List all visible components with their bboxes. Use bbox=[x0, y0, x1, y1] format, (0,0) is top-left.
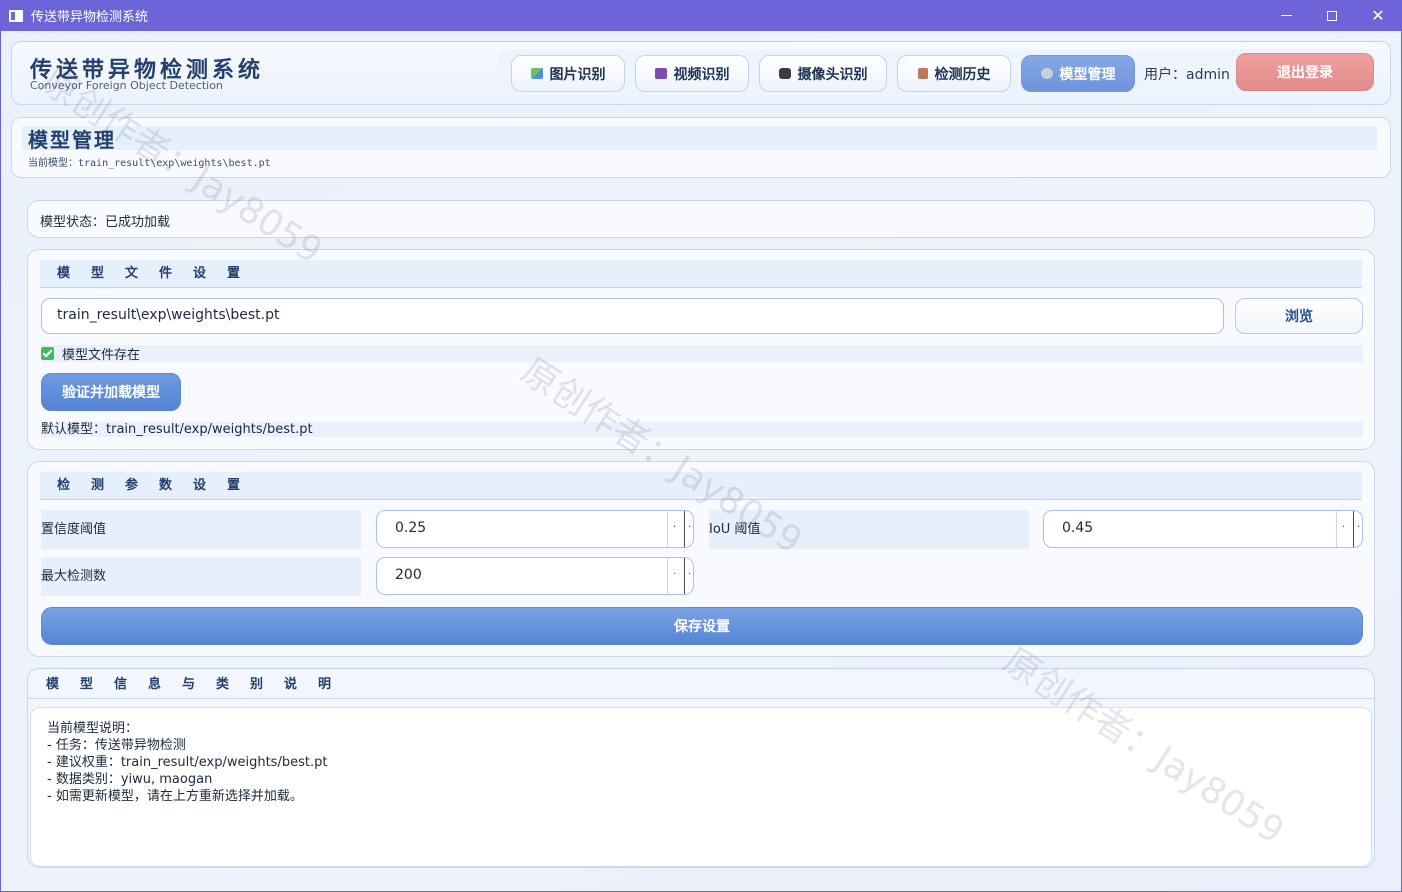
model-status-card: 模型状态：已成功加载 bbox=[27, 200, 1375, 238]
max-detections-spinbox[interactable]: 200 · · bbox=[376, 557, 694, 595]
minimize-icon bbox=[1280, 14, 1292, 17]
camera-icon bbox=[778, 68, 791, 79]
window-title: 传送带异物检测系统 bbox=[31, 10, 149, 25]
page-title: 模型管理 bbox=[28, 128, 116, 152]
model-status-text: 模型状态：已成功加载 bbox=[40, 215, 171, 230]
model-info-text[interactable]: 当前模型说明： - 任务：传送带异物检测 - 建议权重：train_result… bbox=[30, 707, 1372, 867]
maximize-button[interactable] bbox=[1309, 0, 1355, 31]
model-info-heading: 模型信息与类别说明 bbox=[28, 671, 1374, 699]
model-file-heading: 模型文件设置 bbox=[40, 260, 1362, 288]
nav-label: 模型管理 bbox=[1059, 66, 1116, 83]
page-header: 模型管理 当前模型：train_result\exp\weights\best.… bbox=[11, 117, 1391, 178]
nav-model-management[interactable]: 模型管理 bbox=[1021, 55, 1135, 92]
default-model-label: 默认模型：train_result/exp/weights/best.pt bbox=[41, 422, 1363, 437]
browse-button[interactable]: 浏览 bbox=[1235, 298, 1363, 334]
brand-subtitle: Conveyor Foreign Object Detection bbox=[30, 79, 223, 92]
video-icon bbox=[654, 68, 667, 79]
validate-load-button[interactable]: 验证并加载模型 bbox=[41, 373, 181, 411]
max-detections-label: 最大检测数 bbox=[41, 557, 361, 596]
nav-camera-recognition[interactable]: 摄像头识别 bbox=[759, 55, 887, 92]
conf-threshold-label: 置信度阈值 bbox=[41, 510, 361, 549]
app-header: 传送带异物检测系统 Conveyor Foreign Object Detect… bbox=[11, 41, 1391, 105]
top-nav: 图片识别 视频识别 摄像头识别 检测历史 模型管理 用户：admin 退出登录 bbox=[498, 50, 1374, 96]
nav-image-recognition[interactable]: 图片识别 bbox=[511, 55, 625, 92]
app-icon bbox=[9, 9, 23, 22]
model-path-input[interactable]: train_result\exp\weights\best.pt bbox=[41, 298, 1224, 334]
iou-threshold-spinbox[interactable]: 0.45 · · bbox=[1043, 510, 1363, 548]
iou-threshold-label: IoU 阈值 bbox=[709, 510, 1029, 549]
save-settings-button[interactable]: 保存设置 bbox=[41, 607, 1363, 645]
max-detections-value: 200 bbox=[395, 567, 422, 583]
model-file-group: 模型文件设置 train_result\exp\weights\best.pt … bbox=[27, 249, 1375, 450]
nav-detection-history[interactable]: 检测历史 bbox=[897, 55, 1011, 92]
nav-label: 检测历史 bbox=[934, 66, 991, 83]
model-exists-row: 模型文件存在 bbox=[41, 345, 1363, 363]
user-label: 用户：admin bbox=[1144, 67, 1230, 83]
logout-button[interactable]: 退出登录 bbox=[1236, 53, 1374, 91]
gear-icon bbox=[1040, 68, 1053, 79]
conf-threshold-value: 0.25 bbox=[395, 520, 427, 536]
iou-threshold-value: 0.45 bbox=[1062, 520, 1094, 536]
page-title-band bbox=[22, 126, 1377, 150]
close-button[interactable]: ✕ bbox=[1355, 0, 1401, 31]
nav-label: 图片识别 bbox=[549, 66, 606, 83]
nav-label: 视频识别 bbox=[673, 66, 730, 83]
current-model-path: 当前模型：train_result\exp\weights\best.pt bbox=[28, 158, 271, 169]
nav-label: 摄像头识别 bbox=[797, 66, 868, 83]
model-info-group: 模型信息与类别说明 当前模型说明： - 任务：传送带异物检测 - 建议权重：tr… bbox=[27, 668, 1375, 868]
model-exists-checkbox[interactable] bbox=[41, 347, 54, 360]
nav-video-recognition[interactable]: 视频识别 bbox=[635, 55, 749, 92]
window-titlebar: 传送带异物检测系统 ✕ bbox=[0, 0, 1402, 31]
history-icon bbox=[917, 68, 928, 79]
spin-arrows[interactable]: · · bbox=[667, 558, 693, 594]
maximize-icon bbox=[1327, 10, 1337, 21]
client-area: 传送带异物检测系统 Conveyor Foreign Object Detect… bbox=[1, 31, 1401, 891]
conf-threshold-spinbox[interactable]: 0.25 · · bbox=[376, 510, 694, 548]
minimize-button[interactable] bbox=[1263, 0, 1309, 31]
close-icon: ✕ bbox=[1371, 6, 1385, 25]
detection-params-group: 检测参数设置 置信度阈值 0.25 · · IoU 阈值 0.45 · · 最大检测… bbox=[27, 461, 1375, 657]
spin-arrows[interactable]: · · bbox=[667, 511, 693, 547]
detection-params-heading: 检测参数设置 bbox=[40, 472, 1362, 500]
spin-arrows[interactable]: · · bbox=[1336, 511, 1362, 547]
image-icon bbox=[530, 68, 543, 79]
model-exists-label: 模型文件存在 bbox=[62, 348, 141, 363]
